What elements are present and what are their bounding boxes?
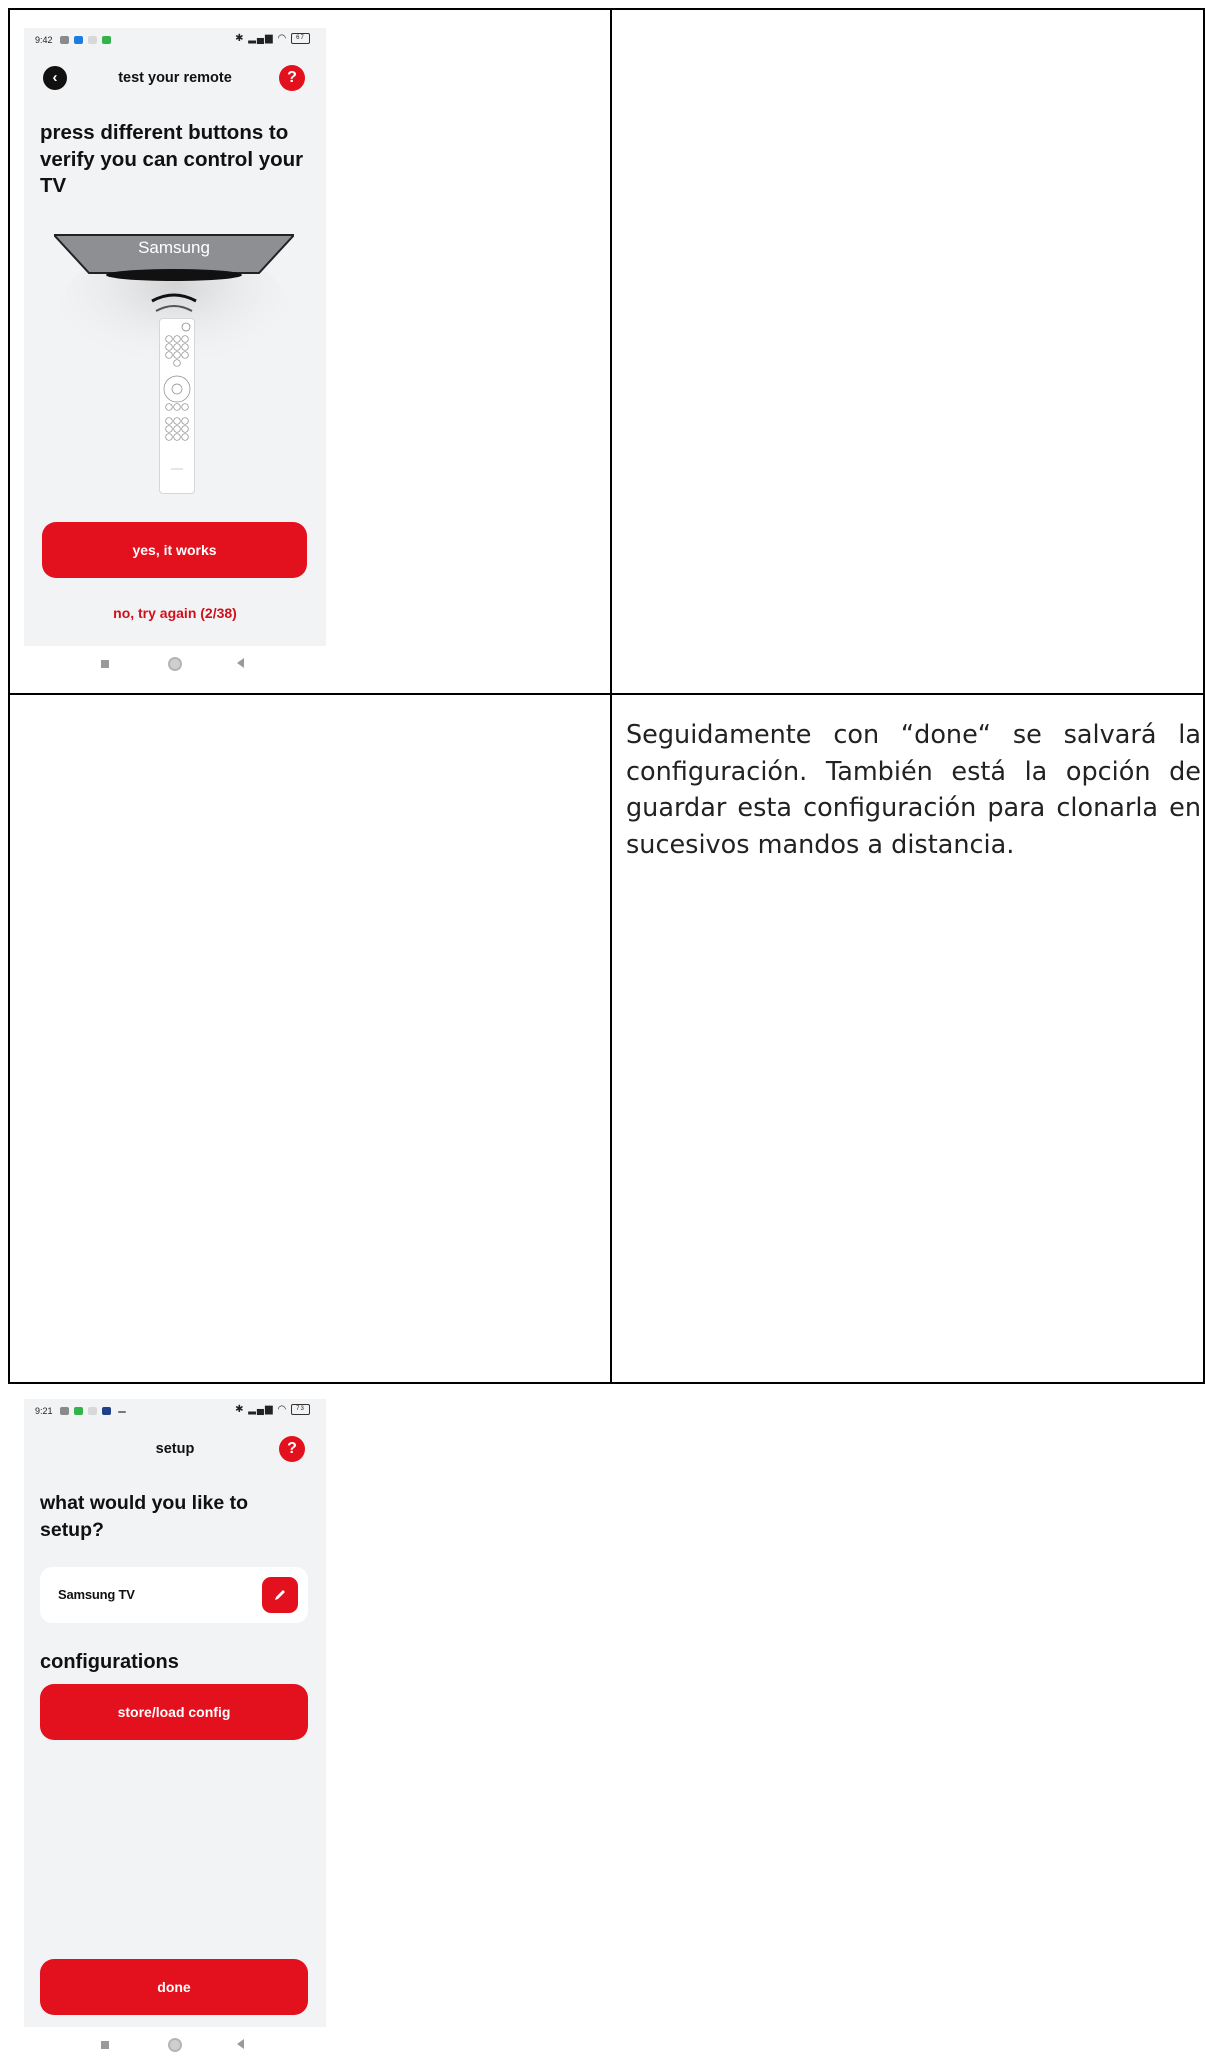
question-mark-icon: ? xyxy=(287,69,297,86)
instruction-heading: press different buttons to verify you ca… xyxy=(40,121,304,197)
description-paragraph: Seguidamente con “done“ se salvará la co… xyxy=(626,720,1201,860)
signal-icon: ▂▄▆ xyxy=(248,33,274,45)
cell-screenshot-setup: 9:21 ✱ ▂▄▆ ◠ 73 setup ? what would you l… xyxy=(8,693,612,2065)
tv-base xyxy=(106,269,242,281)
status-time: 9:42 xyxy=(35,35,53,45)
document-table: 9:42 ✱ ▂▄▆ ◠ 67 ‹ test your remote ? pre… xyxy=(8,8,1205,2065)
done-button[interactable]: done xyxy=(40,1959,308,2015)
help-button[interactable]: ? xyxy=(279,1436,305,1462)
question-mark-icon: ? xyxy=(287,1440,297,1457)
try-again-link[interactable]: no, try again (2/38) xyxy=(24,605,326,621)
wifi-icon: ◠ xyxy=(277,1404,288,1416)
battery-icon: 67 xyxy=(291,33,310,44)
status-right-icons: ✱ ▂▄▆ ◠ 73 xyxy=(235,1404,310,1415)
cell-screenshot-test-remote: 9:42 ✱ ▂▄▆ ◠ 67 ‹ test your remote ? pre… xyxy=(8,8,612,695)
pencil-icon xyxy=(275,1590,285,1600)
home-icon[interactable] xyxy=(168,657,182,671)
notification-icon xyxy=(60,1407,69,1415)
device-name: Samsung TV xyxy=(58,1587,135,1602)
help-button[interactable]: ? xyxy=(279,65,305,91)
configurations-heading: configurations xyxy=(40,1651,179,1673)
bluetooth-icon: ✱ xyxy=(235,33,245,45)
status-right-icons: ✱ ▂▄▆ ◠ 67 xyxy=(235,33,310,44)
phone-screenshot-test-remote: 9:42 ✱ ▂▄▆ ◠ 67 ‹ test your remote ? pre… xyxy=(24,28,326,684)
recent-apps-icon[interactable] xyxy=(101,660,109,668)
yes-it-works-button[interactable]: yes, it works xyxy=(42,522,307,578)
back-triangle-icon[interactable] xyxy=(237,658,244,668)
battery-icon: 73 xyxy=(291,1404,310,1415)
wifi-icon: ◠ xyxy=(277,33,288,45)
app-bar: setup ? xyxy=(24,1435,326,1465)
android-nav-bar xyxy=(24,646,326,684)
app-bar: ‹ test your remote ? xyxy=(24,64,326,94)
app-notification-icon xyxy=(102,1407,111,1415)
app-notification-icon xyxy=(74,36,83,44)
phone-screenshot-setup: 9:21 ✱ ▂▄▆ ◠ 73 setup ? what would you l… xyxy=(24,1399,326,2065)
status-time: 9:21 xyxy=(35,1406,53,1416)
gmail-icon xyxy=(88,36,97,44)
edit-device-button[interactable] xyxy=(262,1577,298,1613)
cell-description: Seguidamente con “done“ se salvará la co… xyxy=(610,693,1205,1384)
setup-heading: what would you like to setup? xyxy=(40,1492,249,1541)
messaging-icon xyxy=(102,36,111,44)
status-bar: 9:42 ✱ ▂▄▆ ◠ 67 xyxy=(24,28,326,54)
home-icon[interactable] xyxy=(168,2038,182,2052)
bluetooth-icon: ✱ xyxy=(235,1404,245,1416)
remote-illustration xyxy=(159,318,195,494)
store-load-config-button[interactable]: store/load config xyxy=(40,1684,308,1740)
notification-icon xyxy=(60,36,69,44)
cell-empty xyxy=(610,8,1205,695)
signal-icon: ▂▄▆ xyxy=(248,1404,274,1416)
messaging-icon xyxy=(74,1407,83,1415)
device-card[interactable]: Samsung TV xyxy=(40,1567,308,1623)
tv-brand-label: Samsung xyxy=(138,238,210,257)
recent-apps-icon[interactable] xyxy=(101,2041,109,2049)
status-bar: 9:21 ✱ ▂▄▆ ◠ 73 xyxy=(24,1399,326,1425)
android-nav-bar xyxy=(24,2027,326,2065)
back-triangle-icon[interactable] xyxy=(237,2039,244,2049)
more-notifications-icon xyxy=(118,1411,126,1413)
gmail-icon xyxy=(88,1407,97,1415)
